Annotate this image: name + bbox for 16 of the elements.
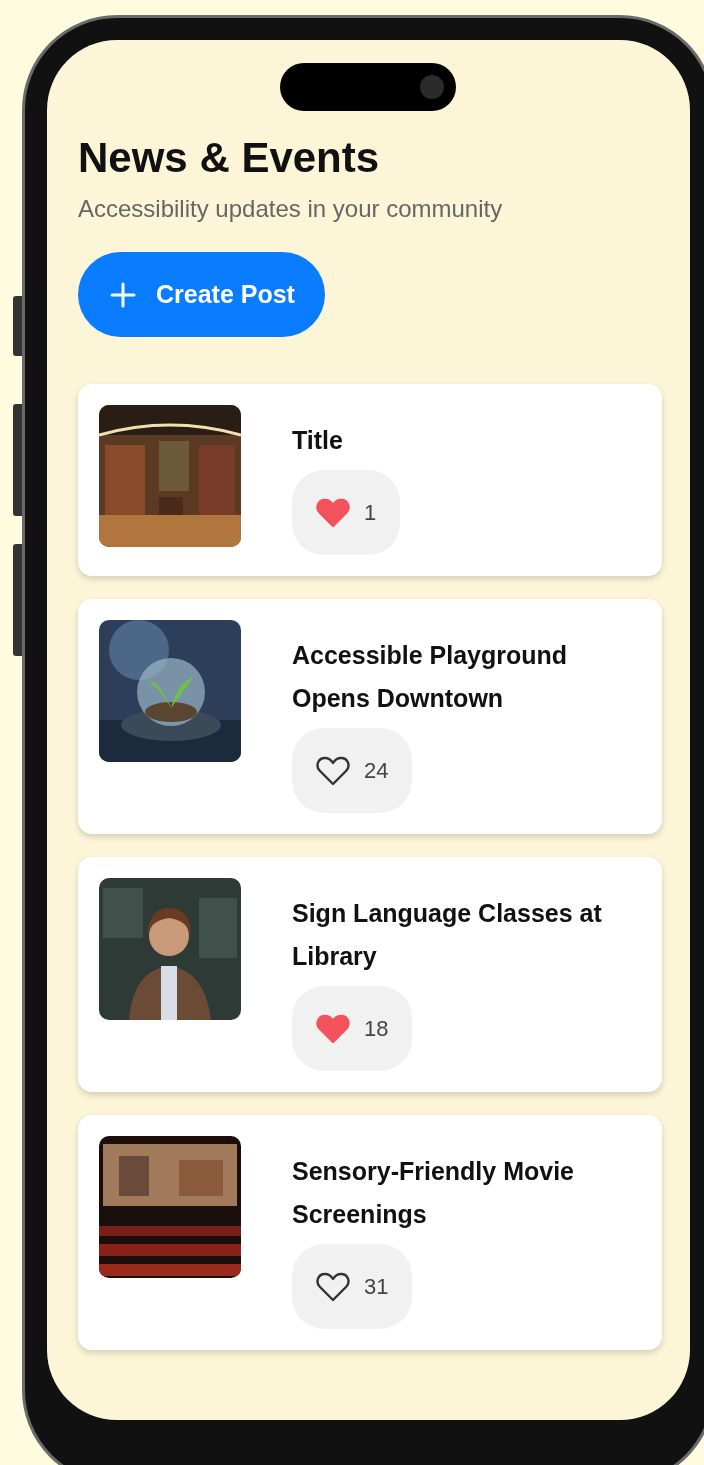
post-title: Accessible Playground Opens Downtown <box>292 640 569 714</box>
page-subtitle: Accessibility updates in your community <box>78 194 504 224</box>
like-button[interactable]: 31 <box>292 1244 413 1329</box>
plus-icon <box>110 281 136 308</box>
post-card[interactable]: Accessible Playground Opens Downtown 24 <box>78 599 662 834</box>
like-button[interactable]: 24 <box>292 728 413 813</box>
like-button[interactable]: 1 <box>292 470 401 555</box>
post-card[interactable]: Title 1 <box>78 384 662 576</box>
post-title: Sign Language Classes at Library <box>292 898 603 972</box>
post-card[interactable]: Sensory-Friendly Movie Screenings 31 <box>78 1115 662 1350</box>
post-card[interactable]: Sign Language Classes at Library 18 <box>78 857 662 1092</box>
post-title: Sensory-Friendly Movie Screenings <box>292 1156 576 1230</box>
post-title: Title <box>292 425 344 456</box>
create-post-button[interactable]: Create Post <box>78 252 325 337</box>
page-title: News & Events <box>78 133 381 183</box>
like-button[interactable]: 18 <box>292 986 413 1071</box>
